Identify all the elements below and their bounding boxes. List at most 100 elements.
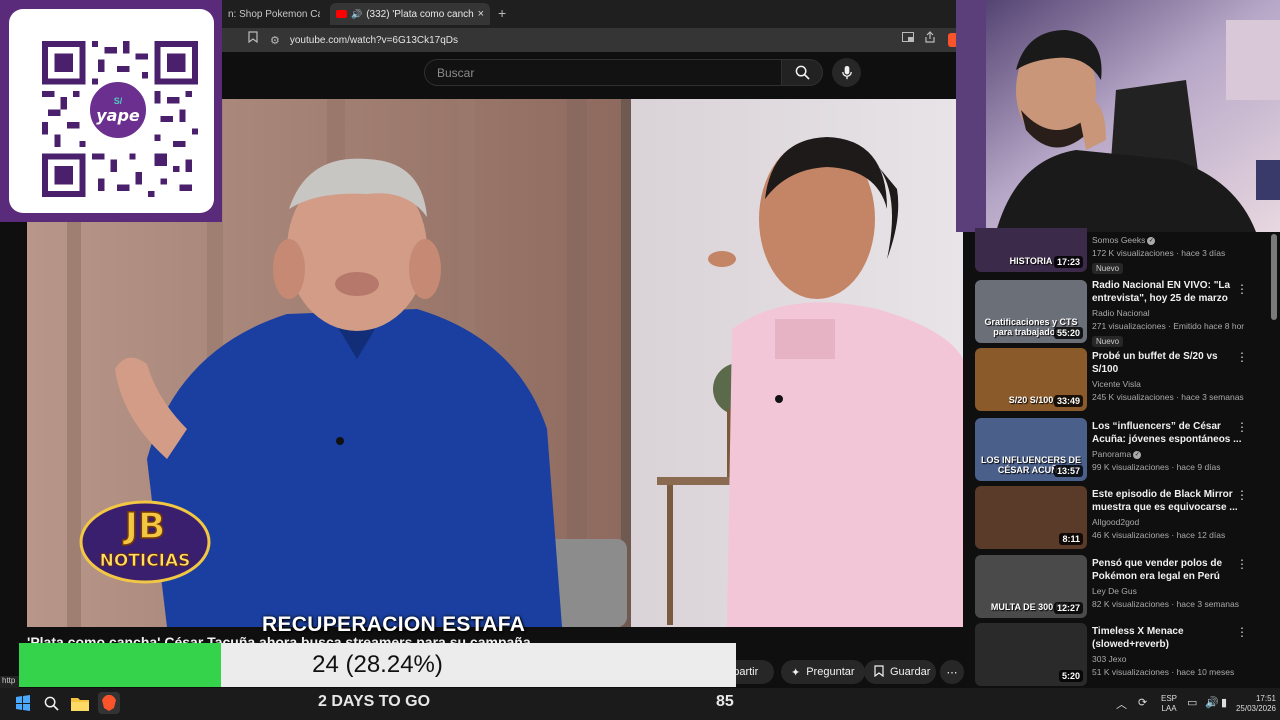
video-stats: 172 K visualizaciones · hace 3 días (1092, 248, 1226, 258)
related-video-item[interactable]: 8:11 Este episodio de Black Mirror muestr… (964, 486, 1274, 550)
channel-name[interactable]: Radio Nacional (1092, 308, 1150, 318)
search-input[interactable]: Buscar (424, 59, 782, 86)
share-icon[interactable] (924, 31, 936, 46)
video-stats: 99 K visualizaciones · hace 9 días (1092, 462, 1221, 472)
file-explorer-icon[interactable] (69, 692, 91, 714)
video-thumbnail[interactable]: 5:20 (975, 623, 1087, 686)
more-options-icon[interactable]: ⋮ (1236, 282, 1248, 296)
new-badge: Nuevo (1092, 263, 1124, 274)
channel-row: Vicente Visla (1092, 379, 1244, 389)
channel-row: Radio Nacional (1092, 308, 1244, 318)
currency-label: S/ (113, 95, 123, 106)
related-video-item[interactable]: MULTA DE 300 MIL 12:27 Pensó que vender po… (964, 555, 1274, 619)
clock-date: 25/03/2026 (1235, 704, 1276, 713)
qr-card: S/ yape (9, 9, 214, 213)
microphone-icon (841, 65, 852, 80)
channel-name[interactable]: Allgood2god (1092, 517, 1139, 527)
video-meta: Los “influencers” de César Acuña: jóvene… (1092, 420, 1244, 472)
site-info-icon[interactable]: ⚙ (270, 34, 280, 47)
related-video-item[interactable]: S/20 S/100 33:49 Probé un buffet de S/20 v… (964, 348, 1274, 412)
search-icon[interactable] (40, 692, 62, 714)
video-duration: 17:23 (1053, 256, 1083, 268)
clock[interactable]: 17:51 25/03/2026 (1226, 694, 1276, 714)
save-button[interactable]: Guardar (864, 660, 936, 684)
related-video-item[interactable]: LOS INFLUENCERS DE CÉSAR ACUÑA 13:57 Los “… (964, 418, 1274, 482)
tab-youtube-video[interactable]: 🔊 (332) 'Plata como cancha' Cé × (330, 3, 490, 25)
video-meta: Radio Nacional EN VIVO: "La entrevista",… (1092, 279, 1244, 349)
yape-logo-icon: S/ yape (87, 79, 149, 141)
video-thumbnail[interactable]: Gratificaciones y CTS para trabajadores 5… (975, 280, 1087, 343)
goal-progress-bar: 24 (28.24%) (19, 643, 736, 687)
video-duration: 12:27 (1053, 602, 1083, 614)
new-badge: Nuevo (1092, 336, 1124, 347)
keyboard-layout: LAA (1161, 704, 1177, 713)
save-icon (874, 664, 884, 680)
sparkle-icon: ✦ (791, 666, 801, 679)
more-horizontal-icon: ⋯ (946, 666, 958, 679)
yape-brand-label: yape (96, 105, 140, 125)
clock-time: 17:51 (1255, 694, 1276, 703)
chevron-up-icon[interactable]: ︿ (1116, 696, 1127, 712)
brand-badge-line2: NOTICIAS (100, 551, 191, 571)
more-options-icon[interactable]: ⋮ (1236, 488, 1248, 502)
bookmark-icon[interactable] (248, 31, 258, 46)
picture-in-picture-icon[interactable] (902, 31, 914, 45)
search-button[interactable] (781, 59, 823, 86)
video-thumbnail[interactable]: LOS INFLUENCERS DE CÉSAR ACUÑA 13:57 (975, 418, 1087, 481)
video-duration: 5:20 (1058, 670, 1083, 682)
tab-pokemon-cards[interactable]: n: Shop Pokemon Cards, Po (222, 3, 326, 25)
voice-search-button[interactable] (832, 58, 861, 87)
tab-label: (332) 'Plata como cancha' Cé (366, 8, 474, 20)
language-code: ESP (1160, 694, 1177, 703)
video-title[interactable]: Timeless X Menace (slowed+reverb) (1092, 625, 1244, 651)
channel-row: Panorama ✓ (1092, 449, 1244, 459)
more-options-icon[interactable]: ⋮ (1236, 557, 1248, 571)
address-bar[interactable]: ⚙ youtube.com/watch?v=6G13Ck17qDs (270, 31, 890, 49)
video-thumbnail[interactable]: S/20 S/100 33:49 (975, 348, 1087, 411)
video-meta: Timeless X Menace (slowed+reverb) 303 Jex… (1092, 625, 1244, 677)
ask-button[interactable]: ✦ Preguntar (781, 660, 865, 684)
video-stats: 46 K visualizaciones · hace 12 días (1092, 530, 1226, 540)
language-indicator[interactable]: ESP LAA (1160, 694, 1178, 714)
video-thumbnail[interactable]: HISTORIA 17:23 (975, 228, 1087, 272)
brand-badge-line1: JB (122, 506, 166, 547)
channel-name[interactable]: Panorama (1092, 449, 1131, 459)
more-actions-button[interactable]: ⋯ (940, 660, 964, 684)
video-stats: 82 K visualizaciones · hace 3 semanas (1092, 599, 1239, 609)
channel-name[interactable]: Somos Geeks (1092, 235, 1145, 245)
volume-icon[interactable]: 🔊 (1205, 696, 1219, 709)
channel-name[interactable]: Ley De Gus (1092, 586, 1137, 596)
url-text: youtube.com/watch?v=6G13Ck17qDs (289, 34, 459, 46)
related-video-item[interactable]: 5:20 Timeless X Menace (slowed+reverb) 303… (964, 623, 1274, 687)
related-video-item[interactable]: Gratificaciones y CTS para trabajadores 5… (964, 280, 1274, 347)
video-duration: 33:49 (1053, 395, 1083, 407)
status-bar-url: http (0, 676, 19, 688)
channel-name[interactable]: Vicente Visla (1092, 379, 1141, 389)
speaker-icon[interactable]: 🔊 (351, 9, 362, 20)
windows-start-icon[interactable] (12, 692, 34, 714)
video-title[interactable]: Radio Nacional EN VIVO: "La entrevista",… (1092, 279, 1244, 305)
close-tab-icon[interactable]: × (478, 8, 484, 20)
video-meta: Probé un buffet de S/20 vs S/100 Vicente … (1092, 350, 1244, 402)
more-options-icon[interactable]: ⋮ (1236, 625, 1248, 639)
network-icon[interactable]: ▭ (1187, 696, 1197, 709)
more-options-icon[interactable]: ⋮ (1236, 420, 1248, 434)
video-stats: 245 K visualizaciones · hace 3 semanas (1092, 392, 1244, 402)
youtube-favicon-icon (336, 10, 347, 18)
video-title[interactable]: Probé un buffet de S/20 vs S/100 (1092, 350, 1244, 376)
video-title[interactable]: Los “influencers” de César Acuña: jóvene… (1092, 420, 1244, 446)
brave-browser-icon[interactable] (98, 692, 120, 714)
new-tab-button[interactable]: + (498, 5, 506, 21)
sync-icon[interactable]: ⟳ (1138, 696, 1147, 709)
video-thumbnail[interactable]: 8:11 (975, 486, 1087, 549)
channel-row: Ley De Gus (1092, 586, 1244, 596)
goal-target-count: 85 (716, 693, 734, 710)
more-options-icon[interactable]: ⋮ (1236, 350, 1248, 364)
streamer-webcam (956, 0, 1280, 232)
video-stats: 271 visualizaciones · Emitido hace 8 hor… (1092, 321, 1244, 331)
channel-name[interactable]: 303 Jexo (1092, 654, 1127, 664)
video-meta: Este episodio de Black Mirror muestra qu… (1092, 488, 1244, 540)
video-thumbnail[interactable]: MULTA DE 300 MIL 12:27 (975, 555, 1087, 618)
video-title[interactable]: Pensó que vender polos de Pokémon era le… (1092, 557, 1244, 583)
video-title[interactable]: Este episodio de Black Mirror muestra qu… (1092, 488, 1244, 514)
